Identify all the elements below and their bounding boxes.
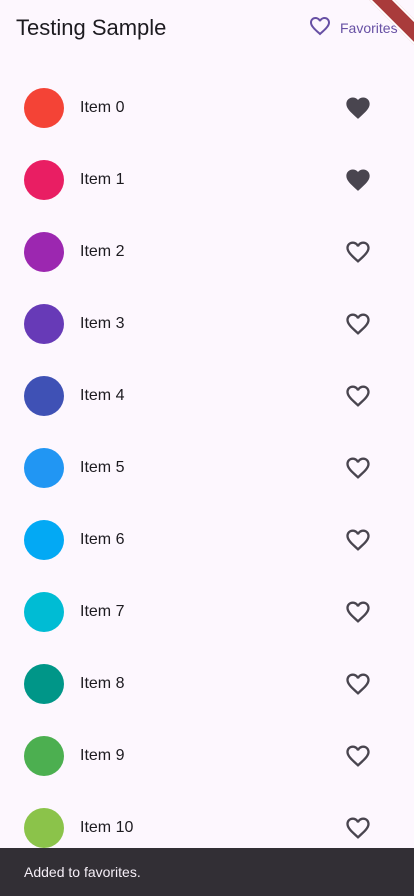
- list-item-label: Item 0: [80, 99, 125, 116]
- list-item: Item 4: [0, 360, 414, 432]
- item-list: Item 0 Item 1 Item 2 Item 3 Item 4 Item 5 Item…: [0, 72, 414, 864]
- heart-outline-icon[interactable]: [344, 742, 372, 770]
- list-item: Item 1: [0, 144, 414, 216]
- heart-outline-icon[interactable]: [344, 670, 372, 698]
- heart-outline-icon[interactable]: [344, 238, 372, 266]
- favorites-label: Favorites: [340, 20, 398, 36]
- list-item: Item 3: [0, 288, 414, 360]
- avatar: [24, 448, 64, 488]
- avatar: [24, 160, 64, 200]
- avatar: [24, 88, 64, 128]
- heart-outline-icon[interactable]: [344, 310, 372, 338]
- heart-outline-icon[interactable]: [344, 598, 372, 626]
- list-item: Item 6: [0, 504, 414, 576]
- avatar: [24, 808, 64, 848]
- snackbar: Added to favorites.: [0, 848, 414, 896]
- avatar: [24, 304, 64, 344]
- list-item-label: Item 8: [80, 675, 125, 692]
- list-item-label: Item 2: [80, 243, 125, 260]
- list-item-label: Item 9: [80, 747, 125, 764]
- list-item-label: Item 6: [80, 531, 125, 548]
- heart-outline-icon[interactable]: [344, 382, 372, 410]
- heart-outline-icon: [300, 14, 332, 43]
- avatar: [24, 520, 64, 560]
- avatar: [24, 592, 64, 632]
- list-item: Item 9: [0, 720, 414, 792]
- list-item: Item 8: [0, 648, 414, 720]
- app-bar: Testing Sample Favorites: [0, 0, 414, 56]
- avatar: [24, 664, 64, 704]
- heart-filled-icon[interactable]: [344, 166, 372, 194]
- snackbar-message: Added to favorites.: [24, 864, 141, 880]
- avatar: [24, 232, 64, 272]
- list-item-label: Item 10: [80, 819, 134, 836]
- list-item: Item 2: [0, 216, 414, 288]
- avatar: [24, 376, 64, 416]
- heart-outline-icon[interactable]: [344, 454, 372, 482]
- heart-outline-icon[interactable]: [344, 526, 372, 554]
- heart-filled-icon[interactable]: [344, 94, 372, 122]
- list-item-label: Item 1: [80, 171, 125, 188]
- list-item: Item 0: [0, 72, 414, 144]
- list-item-label: Item 4: [80, 387, 125, 404]
- list-item: Item 5: [0, 432, 414, 504]
- list-item-label: Item 7: [80, 603, 125, 620]
- list-item-label: Item 3: [80, 315, 125, 332]
- page-title: Testing Sample: [16, 15, 167, 40]
- avatar: [24, 736, 64, 776]
- list-item: Item 7: [0, 576, 414, 648]
- list-item-label: Item 5: [80, 459, 125, 476]
- heart-outline-icon[interactable]: [344, 814, 372, 842]
